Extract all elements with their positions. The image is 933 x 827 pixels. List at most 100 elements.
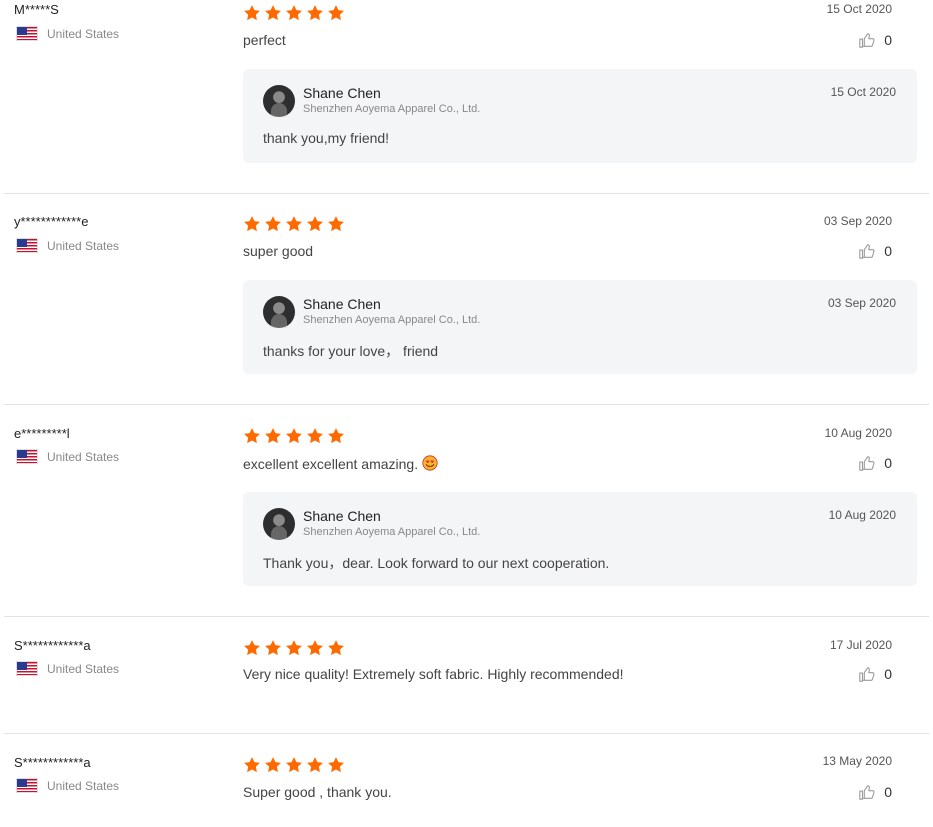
seller-avatar bbox=[263, 296, 295, 328]
reviewer-country: United States bbox=[16, 238, 119, 253]
review-date: 10 Aug 2020 bbox=[824, 426, 892, 440]
star-icon bbox=[244, 640, 260, 656]
divider bbox=[4, 193, 929, 194]
star-icon bbox=[286, 428, 302, 444]
review-date: 17 Jul 2020 bbox=[829, 638, 892, 652]
reply-company: Shenzhen Aoyema Apparel Co., Ltd. bbox=[303, 103, 481, 115]
star-icon bbox=[244, 216, 260, 232]
star-icon bbox=[244, 5, 260, 21]
review-text: perfect bbox=[243, 32, 286, 48]
reply-company: Shenzhen Aoyema Apparel Co., Ltd. bbox=[303, 314, 481, 326]
country-label: United States bbox=[47, 449, 120, 464]
us-flag-icon bbox=[16, 449, 38, 464]
reply-author: Shane Chen bbox=[303, 296, 381, 312]
star-icon bbox=[286, 5, 302, 21]
star-icon bbox=[307, 5, 323, 21]
review-item: e*********l United States excellent exce… bbox=[4, 424, 929, 616]
star-icon bbox=[286, 640, 302, 656]
seller-reply: Shane Chen Shenzhen Aoyema Apparel Co., … bbox=[243, 69, 917, 163]
reviewer-name: e*********l bbox=[14, 426, 70, 441]
star-icon bbox=[265, 216, 281, 232]
star-icon bbox=[265, 640, 281, 656]
star-rating bbox=[243, 639, 345, 657]
like-count: 0 bbox=[884, 455, 892, 471]
thumbs-up-icon bbox=[859, 456, 875, 471]
reviewer-country: United States bbox=[16, 778, 119, 793]
us-flag-icon bbox=[16, 661, 38, 676]
star-icon bbox=[328, 216, 344, 232]
country-label: United States bbox=[47, 26, 120, 41]
like-button[interactable]: 0 bbox=[858, 783, 892, 801]
star-icon bbox=[328, 757, 344, 773]
like-button[interactable]: 0 bbox=[858, 242, 892, 260]
star-icon bbox=[328, 428, 344, 444]
reviewer-name: M*****S bbox=[14, 2, 59, 17]
star-icon bbox=[286, 757, 302, 773]
seller-reply: Shane Chen Shenzhen Aoyema Apparel Co., … bbox=[243, 280, 917, 374]
divider bbox=[4, 616, 929, 617]
star-rating bbox=[243, 4, 345, 22]
star-rating bbox=[243, 427, 345, 445]
star-icon bbox=[328, 5, 344, 21]
reply-date: 03 Sep 2020 bbox=[827, 296, 896, 310]
review-item: y************e United States super good … bbox=[4, 212, 929, 404]
divider bbox=[4, 733, 929, 734]
like-count: 0 bbox=[884, 32, 892, 48]
thumbs-up-icon bbox=[859, 244, 875, 259]
star-rating bbox=[243, 215, 345, 233]
reviewer-country: United States bbox=[16, 449, 119, 464]
divider bbox=[4, 404, 929, 405]
star-icon bbox=[286, 216, 302, 232]
country-label: United States bbox=[47, 778, 120, 793]
review-item: M*****S United States perfect 15 Oct 202… bbox=[4, 0, 929, 193]
review-date: 15 Oct 2020 bbox=[826, 2, 892, 16]
seller-avatar bbox=[263, 508, 295, 540]
star-icon bbox=[328, 640, 344, 656]
star-icon bbox=[307, 428, 323, 444]
review-item: S************a United States Very nice q… bbox=[4, 636, 929, 733]
star-icon bbox=[307, 757, 323, 773]
reply-text: thanks for your love， friend bbox=[263, 343, 439, 359]
us-flag-icon bbox=[16, 26, 38, 41]
reviewer-name: S************a bbox=[14, 755, 91, 770]
thumbs-up-icon bbox=[859, 667, 875, 682]
star-icon bbox=[265, 757, 281, 773]
like-count: 0 bbox=[884, 243, 892, 259]
reply-author: Shane Chen bbox=[303, 85, 381, 101]
smiling-face-with-heart-eyes-icon bbox=[422, 455, 438, 471]
thumbs-up-icon bbox=[859, 33, 875, 48]
review-date: 13 May 2020 bbox=[822, 754, 892, 768]
reply-author: Shane Chen bbox=[303, 508, 381, 524]
star-icon bbox=[244, 757, 260, 773]
country-label: United States bbox=[47, 661, 120, 676]
review-text: super good bbox=[243, 243, 314, 259]
review-text: Super good , thank you. bbox=[243, 784, 392, 800]
star-icon bbox=[244, 428, 260, 444]
star-icon bbox=[265, 5, 281, 21]
like-button[interactable]: 0 bbox=[858, 454, 892, 472]
star-rating bbox=[243, 756, 345, 774]
like-count: 0 bbox=[884, 666, 892, 682]
us-flag-icon bbox=[16, 778, 38, 793]
us-flag-icon bbox=[16, 238, 38, 253]
thumbs-up-icon bbox=[859, 785, 875, 800]
reply-date: 15 Oct 2020 bbox=[830, 85, 896, 99]
like-button[interactable]: 0 bbox=[858, 31, 892, 49]
reply-company: Shenzhen Aoyema Apparel Co., Ltd. bbox=[303, 526, 481, 538]
star-icon bbox=[265, 428, 281, 444]
reviewer-name: y************e bbox=[14, 214, 89, 229]
review-text: excellent excellent amazing. bbox=[243, 456, 419, 472]
reviewer-country: United States bbox=[16, 661, 119, 676]
reviewer-name: S************a bbox=[14, 638, 91, 653]
review-item: S************a United States Super good … bbox=[4, 753, 929, 827]
like-button[interactable]: 0 bbox=[858, 665, 892, 683]
review-text-wrap: excellent excellent amazing. bbox=[243, 455, 438, 472]
star-icon bbox=[307, 640, 323, 656]
review-text: Very nice quality! Extremely soft fabric… bbox=[243, 666, 624, 682]
reply-text: thank you,my friend! bbox=[263, 130, 390, 146]
seller-avatar bbox=[263, 85, 295, 117]
country-label: United States bbox=[47, 238, 120, 253]
seller-reply: Shane Chen Shenzhen Aoyema Apparel Co., … bbox=[243, 492, 917, 586]
reply-date: 10 Aug 2020 bbox=[828, 508, 896, 522]
review-date: 03 Sep 2020 bbox=[823, 214, 892, 228]
